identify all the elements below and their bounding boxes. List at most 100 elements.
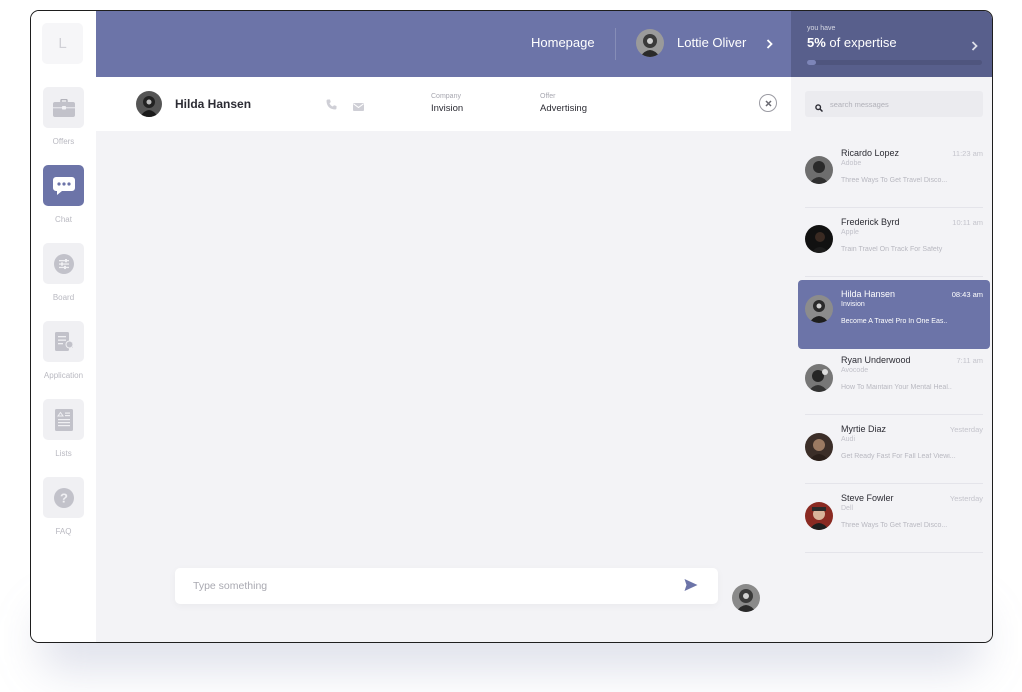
- conversation-time: Yesterday: [949, 494, 983, 503]
- top-bar: Homepage Lottie Oliver: [96, 11, 791, 77]
- conversation-name: Frederick Byrd: [841, 217, 900, 227]
- conversation-item[interactable]: Ryan Underwood 7:11 am Avocode How To Ma…: [798, 346, 990, 415]
- expertise-progress-fill: [807, 60, 816, 65]
- user-avatar[interactable]: [636, 29, 664, 57]
- avatar: [805, 156, 833, 184]
- conversation-preview: How To Maintain Your Mental Heal..: [841, 384, 952, 391]
- sidebar-item-chat[interactable]: Chat: [31, 165, 96, 224]
- conversation-name: Ricardo Lopez: [841, 148, 900, 158]
- board-button[interactable]: [43, 243, 84, 284]
- sidebar-item-offers[interactable]: Offers: [31, 87, 96, 146]
- close-chat-button[interactable]: [759, 94, 777, 112]
- conversation-preview: Train Travel On Track For Safety: [841, 246, 943, 253]
- send-icon: [684, 579, 698, 591]
- sidebar-label-board: Board: [52, 293, 75, 302]
- conversation-preview: Three Ways To Get Travel Disco...: [841, 522, 948, 529]
- avatar: [805, 433, 833, 461]
- sidebar-item-board[interactable]: Board: [31, 243, 96, 302]
- conversation-company: Avocode: [841, 367, 869, 374]
- conversation-preview: Three Ways To Get Travel Disco...: [841, 177, 948, 184]
- briefcase-icon: [52, 98, 75, 117]
- contact-avatar[interactable]: [136, 91, 162, 117]
- message-input[interactable]: [175, 568, 665, 604]
- sidebar-item-lists[interactable]: Lists: [31, 399, 96, 458]
- sidebar-label-lists: Lists: [55, 449, 72, 458]
- chat-button[interactable]: [43, 165, 84, 206]
- logo-letter: L: [58, 35, 67, 52]
- lists-button[interactable]: [43, 399, 84, 440]
- expertise-progress-track: [807, 60, 982, 65]
- divider: [805, 276, 983, 277]
- sliders-icon: [53, 253, 74, 274]
- conversation-company: Invision: [841, 301, 865, 308]
- conversation-company: Audi: [841, 436, 856, 443]
- conversation-time: 11:23 am: [952, 149, 983, 158]
- conversation-company: Apple: [841, 229, 859, 236]
- conversation-company: Adobe: [841, 160, 862, 167]
- mail-icon[interactable]: [353, 98, 364, 116]
- sidebar-label-chat: Chat: [55, 215, 72, 224]
- sidebar-label-application: Application: [43, 371, 84, 380]
- conversation-name: Hilda Hansen: [841, 289, 896, 299]
- message-composer: [175, 568, 718, 604]
- avatar: [805, 225, 833, 253]
- conversation-time: 10:11 am: [952, 218, 983, 227]
- contact-name: Hilda Hansen: [175, 97, 252, 111]
- expertise-panel[interactable]: you have 5% of expertise: [791, 11, 992, 77]
- conversation-item[interactable]: Ricardo Lopez 11:23 am Adobe Three Ways …: [798, 139, 990, 208]
- search-icon: [815, 99, 824, 117]
- my-avatar: [732, 584, 760, 612]
- expertise-text: 5% of expertise: [807, 35, 897, 50]
- chat-header: Hilda Hansen Company Invision Offer Adve…: [96, 77, 791, 131]
- company-value: Invision: [431, 103, 464, 114]
- search-box: [805, 91, 983, 117]
- chat-messages-area: [96, 131, 791, 642]
- sidebar-item-application[interactable]: Application: [31, 321, 96, 380]
- conversation-item-active[interactable]: Hilda Hansen 08:43 am Invision Become A …: [798, 280, 990, 349]
- close-icon: [764, 99, 772, 107]
- chat-bubble-icon: [52, 176, 75, 195]
- conversation-time: 7:11 am: [956, 356, 983, 365]
- conversation-preview: Get Ready Fast For Fall Leaf Viewi...: [841, 453, 956, 460]
- conversation-time: 08:43 am: [951, 290, 983, 299]
- left-sidebar: L Offers Chat Board Application Lists ? …: [31, 11, 96, 642]
- sidebar-label-offers: Offers: [52, 137, 75, 146]
- avatar: [805, 295, 833, 323]
- expertise-caption: you have: [807, 25, 836, 32]
- divider: [805, 552, 983, 553]
- conversation-name: Steve Fowler: [841, 493, 894, 503]
- conversation-item[interactable]: Steve Fowler Yesterday Dell Three Ways T…: [798, 484, 990, 553]
- expertise-suffix: of expertise: [825, 35, 897, 50]
- conversation-time: Yesterday: [949, 425, 983, 434]
- sidebar-label-faq: FAQ: [55, 527, 72, 536]
- company-label: Company: [431, 93, 461, 100]
- chevron-right-icon[interactable]: [766, 36, 773, 54]
- offer-value: Advertising: [540, 103, 587, 114]
- app-logo[interactable]: L: [42, 23, 83, 64]
- avatar: [805, 502, 833, 530]
- conversation-item[interactable]: Myrtie Diaz Yesterday Audi Get Ready Fas…: [798, 415, 990, 484]
- list-icon: [54, 408, 73, 431]
- sidebar-item-faq[interactable]: ? FAQ: [31, 477, 96, 536]
- conversation-item[interactable]: Frederick Byrd 10:11 am Apple Train Trav…: [798, 208, 990, 277]
- search-input[interactable]: [825, 91, 980, 117]
- faq-button[interactable]: ?: [43, 477, 84, 518]
- avatar: [805, 364, 833, 392]
- user-name[interactable]: Lottie Oliver: [677, 35, 746, 50]
- document-edit-icon: [54, 331, 73, 351]
- offers-button[interactable]: [43, 87, 84, 128]
- expertise-percent: 5%: [807, 35, 826, 50]
- homepage-link[interactable]: Homepage: [531, 35, 595, 50]
- phone-icon[interactable]: [326, 97, 337, 115]
- conversation-company: Dell: [841, 505, 854, 512]
- chevron-right-icon[interactable]: [971, 38, 978, 56]
- top-divider: [615, 28, 616, 60]
- conversation-name: Ryan Underwood: [841, 355, 911, 365]
- app-window: L Offers Chat Board Application Lists ? …: [30, 10, 993, 643]
- svg-text:?: ?: [60, 490, 68, 505]
- send-button[interactable]: [684, 578, 698, 597]
- question-icon: ?: [53, 487, 74, 508]
- application-button[interactable]: [43, 321, 84, 362]
- offer-label: Offer: [540, 93, 556, 100]
- conversation-name: Myrtie Diaz: [841, 424, 887, 434]
